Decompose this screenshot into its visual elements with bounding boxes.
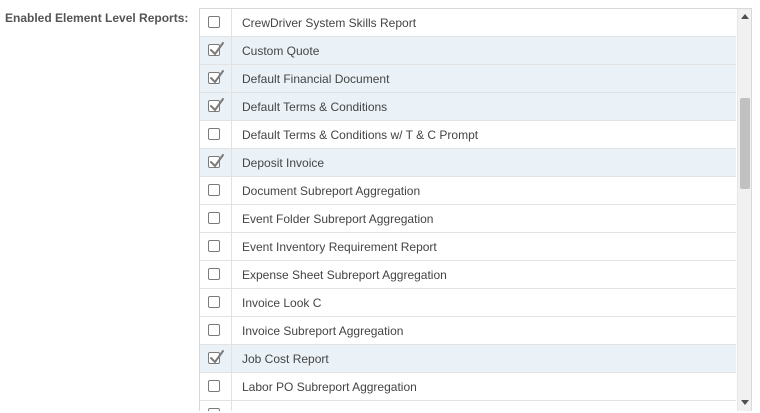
check-icon xyxy=(210,350,224,363)
report-checkbox[interactable] xyxy=(208,380,220,392)
report-label: Event Folder Subreport Aggregation xyxy=(242,212,434,226)
checkbox-cell xyxy=(200,401,232,411)
list-item[interactable] xyxy=(200,401,736,411)
list-item[interactable]: Event Inventory Requirement Report xyxy=(200,233,736,261)
report-checkbox[interactable] xyxy=(208,240,220,252)
report-label: Document Subreport Aggregation xyxy=(242,184,421,198)
listbox-scrollbar[interactable] xyxy=(737,9,751,411)
report-checkbox[interactable] xyxy=(208,408,220,411)
scroll-up-button[interactable] xyxy=(738,9,751,25)
checkbox-cell xyxy=(200,373,232,400)
triangle-up-icon xyxy=(741,14,749,19)
list-item[interactable]: Labor PO Subreport Aggregation xyxy=(200,373,736,401)
checkbox-cell xyxy=(200,261,232,288)
report-label: Invoice Look C xyxy=(242,296,322,310)
reports-list: CrewDriver System Skills Report Custom Qu… xyxy=(200,9,736,411)
checkbox-cell xyxy=(200,345,232,372)
checkbox-cell xyxy=(200,149,232,176)
report-label: Job Cost Report xyxy=(242,352,329,366)
list-item[interactable]: Expense Sheet Subreport Aggregation xyxy=(200,261,736,289)
list-item[interactable]: Custom Quote xyxy=(200,37,736,65)
checkbox-cell xyxy=(200,65,232,92)
checkbox-cell xyxy=(200,317,232,344)
report-checkbox[interactable] xyxy=(208,184,220,196)
checkbox-cell xyxy=(200,289,232,316)
report-checkbox[interactable] xyxy=(208,98,224,112)
report-label: Invoice Subreport Aggregation xyxy=(242,324,404,338)
report-checkbox[interactable] xyxy=(208,212,220,224)
checkbox-cell xyxy=(200,177,232,204)
list-item[interactable]: Document Subreport Aggregation xyxy=(200,177,736,205)
report-label: Default Terms & Conditions w/ T & C Prom… xyxy=(242,128,479,142)
report-checkbox[interactable] xyxy=(208,296,220,308)
check-icon xyxy=(210,154,224,167)
list-item[interactable]: Job Cost Report xyxy=(200,345,736,373)
list-item[interactable]: Invoice Look C xyxy=(200,289,736,317)
report-checkbox[interactable] xyxy=(208,70,224,84)
report-checkbox[interactable] xyxy=(208,324,220,336)
checkbox-cell xyxy=(200,233,232,260)
report-checkbox[interactable] xyxy=(208,128,220,140)
report-label: Default Terms & Conditions xyxy=(242,100,388,114)
report-label: Default Financial Document xyxy=(242,72,390,86)
report-label: CrewDriver System Skills Report xyxy=(242,16,417,30)
report-checkbox[interactable] xyxy=(208,268,220,280)
report-label: Labor PO Subreport Aggregation xyxy=(242,380,417,394)
report-checkbox[interactable] xyxy=(208,350,224,364)
report-label: Event Inventory Requirement Report xyxy=(242,240,437,254)
check-icon xyxy=(210,42,224,55)
check-icon xyxy=(210,98,224,111)
list-item[interactable]: Invoice Subreport Aggregation xyxy=(200,317,736,345)
list-item[interactable]: Deposit Invoice xyxy=(200,149,736,177)
report-label: Expense Sheet Subreport Aggregation xyxy=(242,268,447,282)
checkbox-cell xyxy=(200,37,232,64)
checkbox-cell xyxy=(200,205,232,232)
checkbox-cell xyxy=(200,9,232,36)
field-label: Enabled Element Level Reports: xyxy=(5,11,189,25)
report-checkbox[interactable] xyxy=(208,16,220,28)
list-item[interactable]: Default Terms & Conditions xyxy=(200,93,736,121)
scroll-down-button[interactable] xyxy=(738,395,751,411)
report-checkbox[interactable] xyxy=(208,154,224,168)
list-item[interactable]: Event Folder Subreport Aggregation xyxy=(200,205,736,233)
report-label: Deposit Invoice xyxy=(242,156,325,170)
report-checkbox[interactable] xyxy=(208,42,224,56)
reports-listbox[interactable]: CrewDriver System Skills Report Custom Qu… xyxy=(199,8,752,411)
checkbox-cell xyxy=(200,93,232,120)
scrollbar-thumb[interactable] xyxy=(740,98,750,189)
checkbox-cell xyxy=(200,121,232,148)
report-label: Custom Quote xyxy=(242,44,320,58)
triangle-down-icon xyxy=(741,400,749,405)
list-item[interactable]: CrewDriver System Skills Report xyxy=(200,9,736,37)
list-item[interactable]: Default Financial Document xyxy=(200,65,736,93)
list-item[interactable]: Default Terms & Conditions w/ T & C Prom… xyxy=(200,121,736,149)
check-icon xyxy=(210,70,224,83)
